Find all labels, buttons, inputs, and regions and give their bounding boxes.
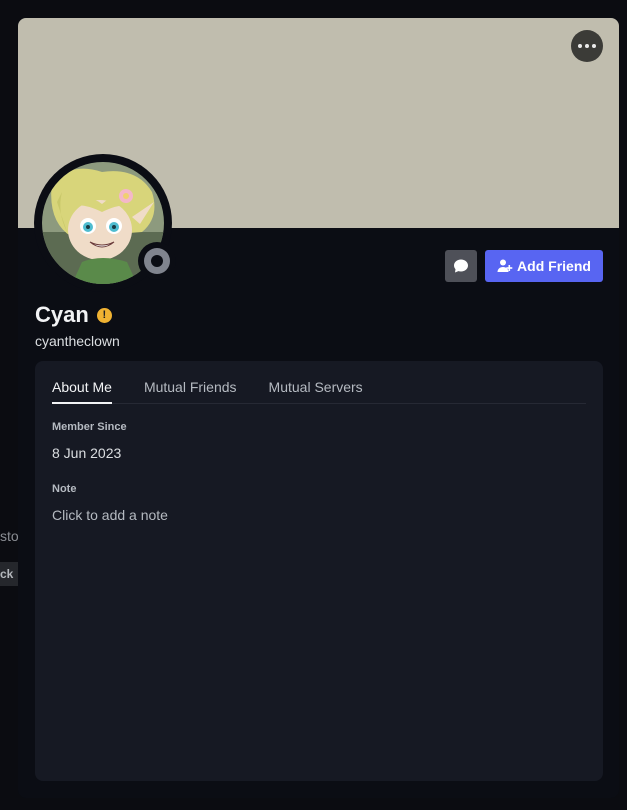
- background-partial-text: sto: [0, 528, 19, 544]
- name-row: Cyan !: [35, 302, 112, 328]
- status-indicator: [138, 242, 176, 280]
- profile-tabs: About Me Mutual Friends Mutual Servers: [52, 379, 586, 404]
- add-friend-icon: [497, 259, 513, 272]
- member-since-value: 8 Jun 2023: [52, 445, 122, 461]
- tab-mutual-friends[interactable]: Mutual Friends: [144, 379, 237, 404]
- tab-mutual-servers[interactable]: Mutual Servers: [269, 379, 363, 404]
- ellipsis-icon: [578, 44, 582, 48]
- note-input[interactable]: Click to add a note: [52, 507, 168, 523]
- user-profile-modal: Add Friend Cyan ! cyantheclown About Me …: [18, 18, 619, 798]
- display-name: Cyan: [35, 302, 89, 327]
- profile-info-panel: About Me Mutual Friends Mutual Servers M…: [35, 361, 603, 781]
- avatar-wrapper: [34, 154, 176, 292]
- add-friend-label: Add Friend: [517, 258, 591, 274]
- offline-status-icon: [144, 248, 170, 274]
- add-friend-button[interactable]: Add Friend: [485, 250, 603, 282]
- background-partial-button: ck: [0, 562, 20, 586]
- tab-about-me[interactable]: About Me: [52, 379, 112, 404]
- note-title: Note: [52, 483, 77, 495]
- warning-icon[interactable]: !: [96, 307, 112, 323]
- member-since-title: Member Since: [52, 421, 127, 433]
- chat-bubble-icon: [454, 259, 468, 273]
- send-message-button[interactable]: [445, 250, 477, 282]
- username: cyantheclown: [35, 333, 120, 349]
- more-options-button[interactable]: [571, 30, 603, 62]
